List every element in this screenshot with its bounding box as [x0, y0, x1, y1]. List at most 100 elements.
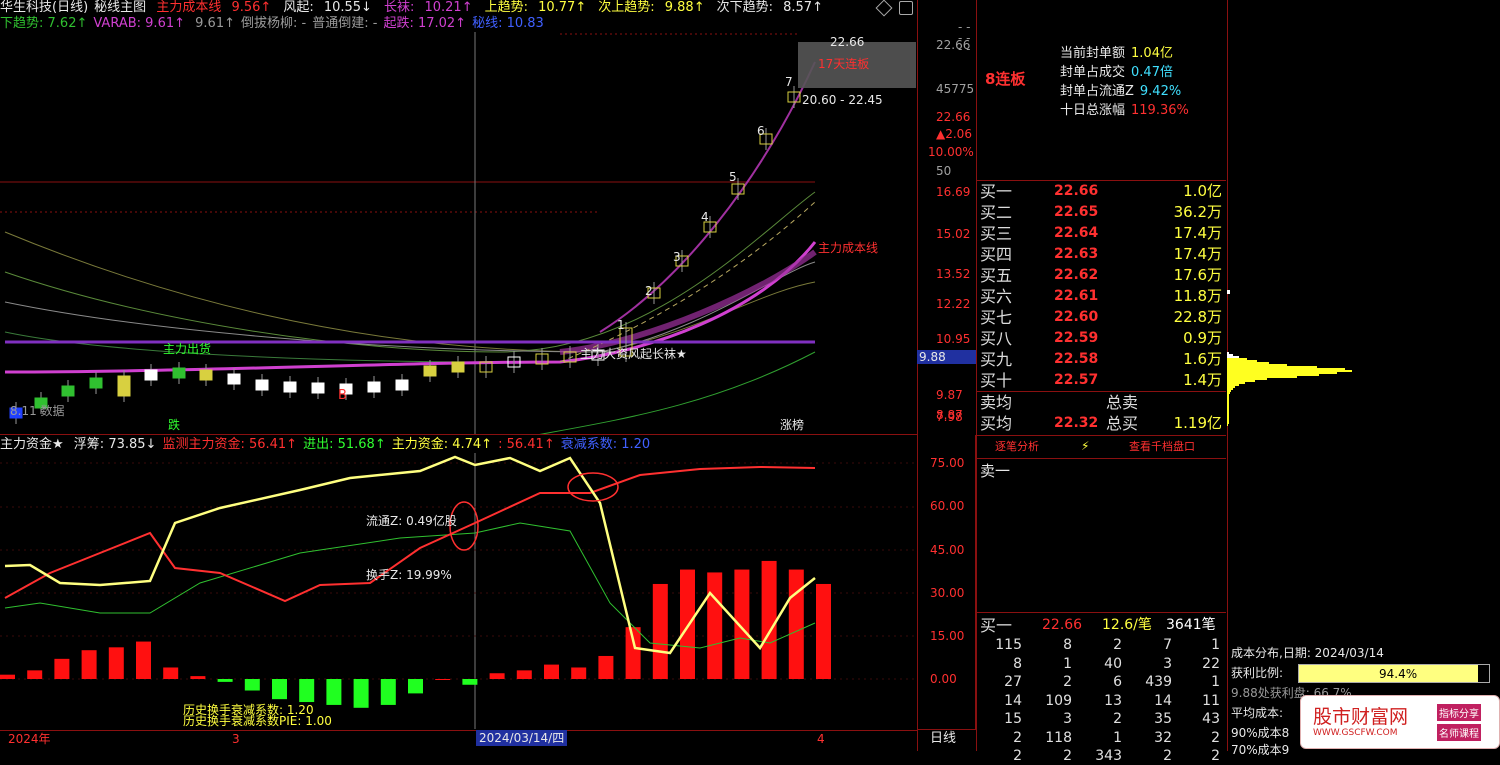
chip-bar: [1227, 360, 1257, 362]
bid-label: 买二: [980, 203, 1013, 222]
deal-cell: 32: [1154, 729, 1172, 746]
bid-volume: 17.4万: [1173, 224, 1222, 242]
top-legend: 华生科技(日线) 秘线主图 主力成本线 9.56↑ 风起: 10.55↓ 长袜: 10…: [0, 0, 915, 16]
bid-price: 22.58: [1054, 351, 1099, 367]
chip-bar: [1227, 414, 1229, 416]
chip-bar: [1227, 368, 1345, 370]
fund-bar: [788, 569, 804, 679]
chip-bar: [1227, 382, 1245, 384]
fund-bar: [163, 667, 179, 679]
bid-row[interactable]: 买十 22.57 1.4万: [978, 370, 1226, 391]
sub-legend: 主力资金★ 浮筹: 73.85↓ 监测主力资金: 56.41↑ 进出: 51.68↑…: [0, 437, 915, 453]
candle: [89, 377, 103, 389]
fund-bar: [462, 679, 478, 685]
candle: [199, 369, 213, 381]
profit-bar: 94.4%: [1298, 664, 1490, 683]
sublegend-item-2: 监测主力资金: 56.41↑: [162, 437, 297, 452]
fund-bar: [707, 572, 723, 679]
chip-bar: [1227, 416, 1229, 418]
deal-cell: 2: [1113, 637, 1122, 653]
fund-bar: [0, 674, 15, 679]
legend2-item-2: 9.61↑: [191, 16, 235, 31]
fund-bar: [54, 658, 70, 679]
chip-bar: [1227, 402, 1229, 404]
float-shares-label: 流通Z: 0.49亿股: [366, 514, 457, 528]
seal-label: 十日总涨幅: [1060, 103, 1126, 118]
bid-label: 买三: [980, 224, 1013, 243]
tab-tick-analysis[interactable]: 逐笔分析: [995, 440, 1039, 454]
wave-number: 4: [701, 210, 709, 224]
sublegend-item-6: 衰减系数: 1.20: [561, 437, 650, 452]
bid-row[interactable]: 买一 22.66 1.0亿: [978, 181, 1226, 202]
bid-row[interactable]: 买三 22.64 17.4万: [978, 223, 1226, 244]
legend2-label-0: 下趋势:: [0, 16, 44, 31]
chip-distribution: [1227, 290, 1352, 426]
deal-row: 8 1 40 3 22: [978, 656, 1226, 673]
candle: [61, 385, 75, 397]
legend2-item-1: VARAB: 9.61↑: [93, 16, 185, 31]
legend-item-3: 上趋势: 10.77↑: [485, 0, 593, 15]
wave-number: 2: [645, 284, 653, 298]
legend2-item-5: 起跌: 17.02↑: [383, 16, 466, 31]
fund-bar: [190, 676, 206, 679]
wave-number: 3: [673, 250, 681, 264]
bid-label: 买一: [980, 182, 1013, 201]
bid-row[interactable]: 买七 22.60 22.8万: [978, 307, 1226, 328]
legend2-item-6: 秘线: 10.83: [472, 16, 544, 31]
lightning-icon[interactable]: ⚡: [1081, 439, 1089, 453]
legend2-value-6: 10.83: [502, 16, 544, 31]
price-tick: 7.98: [936, 410, 963, 424]
chip-bar: [1227, 290, 1230, 294]
bid-row[interactable]: 买五 22.62 17.6万: [978, 265, 1226, 286]
candle: [255, 379, 269, 391]
fund-bar: [326, 679, 342, 705]
sublegend-value-2: 56.41↑: [244, 437, 298, 452]
tab-depth-book[interactable]: 查看千档盘口: [1129, 440, 1195, 454]
chip-bar: [1227, 394, 1229, 396]
period-label[interactable]: 日线: [930, 731, 956, 746]
stock-title[interactable]: 华生科技(日线): [0, 0, 88, 15]
fund-bar: [299, 679, 315, 703]
candle: [227, 373, 241, 385]
total-buy-value: 1.19亿: [1173, 414, 1222, 432]
seal-value: 1.04亿: [1131, 46, 1173, 61]
deal-cell: 2: [1063, 748, 1072, 764]
price-tick: 15.02: [936, 227, 971, 241]
bid-row[interactable]: 买二 22.65 36.2万: [978, 202, 1226, 223]
fund-bar: [217, 679, 233, 682]
bid-row[interactable]: 买八 22.59 0.9万: [978, 328, 1226, 349]
bid-row[interactable]: 买六 22.61 11.8万: [978, 286, 1226, 307]
main-out-label: 主力出货: [163, 342, 212, 356]
seal-label: 封单占成交: [1060, 65, 1126, 80]
deal-cell: 2: [1013, 748, 1022, 764]
turnover-label: 换手Z: 19.99%: [366, 568, 452, 582]
legend-label-5: 次下趋势:: [716, 0, 773, 15]
expand-icon[interactable]: [899, 1, 913, 15]
deal-cell: 118: [1045, 729, 1072, 746]
deal-head: 买一 22.66 12.6/笔 3641笔: [978, 615, 1226, 636]
legend-item-1: 风起: 10.55↓: [283, 0, 378, 15]
fund-bar: [734, 569, 750, 679]
profit-value: 94.4%: [1379, 667, 1418, 681]
deal-cell: 8: [1063, 637, 1072, 653]
indicator-mode[interactable]: 秘线主图: [94, 0, 146, 15]
legend2-item-0: 下趋势: 7.62↑: [0, 16, 87, 31]
seal-row: 当前封单额 1.04亿: [1060, 46, 1173, 61]
axis-current-date[interactable]: 2024/03/14/四: [476, 730, 568, 746]
legend-label-3: 上趋势:: [484, 0, 528, 15]
bid-volume: 0.9万: [1183, 329, 1222, 347]
deal-row: 115 8 2 7 1: [978, 637, 1226, 654]
legend-label-2: 长袜:: [383, 0, 415, 15]
legend-item-4: 次上趋势: 9.88↑: [598, 0, 710, 15]
axis-dash: - -: [958, 42, 971, 56]
legend2-label-6: 秘线:: [472, 16, 503, 31]
legend-value-4: 9.88↑: [660, 0, 705, 15]
legend2-item-4: 普通倒建: -: [312, 16, 377, 31]
wave-number: 5: [729, 170, 737, 184]
sublegend-value-4: 4.74↑: [448, 437, 493, 452]
watermark-tag2: 名师课程: [1437, 724, 1481, 741]
deal-head-count: 3641笔: [1166, 617, 1216, 633]
bid-row[interactable]: 买九 22.58 1.6万: [978, 349, 1226, 370]
bid-row[interactable]: 买四 22.63 17.4万: [978, 244, 1226, 265]
chip-bar: [1227, 370, 1352, 372]
